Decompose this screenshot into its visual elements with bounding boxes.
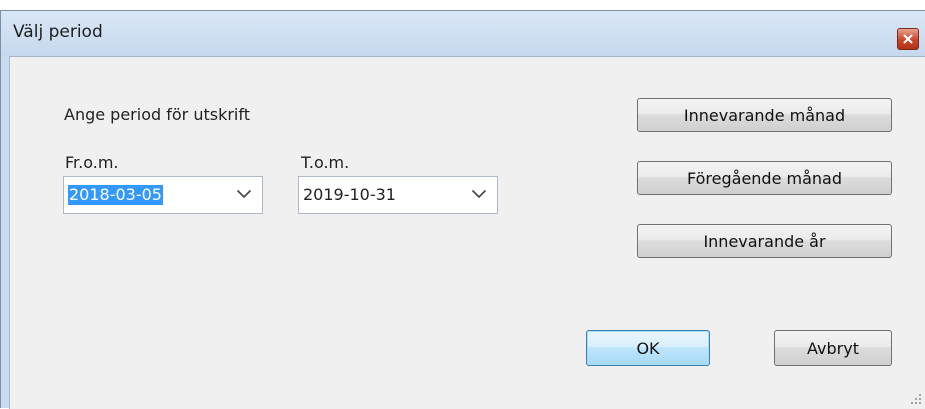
close-button[interactable] bbox=[897, 28, 919, 50]
to-date-dropdown[interactable]: 2019-10-31 bbox=[298, 176, 498, 214]
resize-grip-icon[interactable] bbox=[910, 393, 922, 405]
close-icon bbox=[903, 34, 913, 44]
from-date-value: 2018-03-05 bbox=[68, 185, 163, 205]
from-date-label: Fr.o.m. bbox=[65, 153, 119, 172]
period-prompt-label: Ange period för utskrift bbox=[64, 105, 250, 124]
ok-button[interactable]: OK bbox=[586, 330, 710, 366]
to-date-value: 2019-10-31 bbox=[303, 185, 396, 204]
cancel-button[interactable]: Avbryt bbox=[774, 330, 892, 366]
current-year-button[interactable]: Innevarande år bbox=[637, 224, 892, 258]
previous-month-button[interactable]: Föregående månad bbox=[637, 161, 892, 195]
title-bar[interactable]: Välj period bbox=[1, 11, 925, 56]
dialog-window: Välj period Ange period för utskrift Fr.… bbox=[0, 10, 925, 409]
dialog-body: Ange period för utskrift Fr.o.m. 2018-03… bbox=[9, 56, 925, 409]
chevron-down-icon bbox=[471, 189, 487, 199]
current-month-button[interactable]: Innevarande månad bbox=[637, 98, 892, 132]
window-title: Välj period bbox=[13, 22, 103, 42]
from-date-dropdown[interactable]: 2018-03-05 bbox=[63, 176, 263, 214]
background-window-strip bbox=[440, 0, 925, 10]
chevron-down-icon bbox=[236, 189, 252, 199]
to-date-label: T.o.m. bbox=[301, 153, 350, 172]
